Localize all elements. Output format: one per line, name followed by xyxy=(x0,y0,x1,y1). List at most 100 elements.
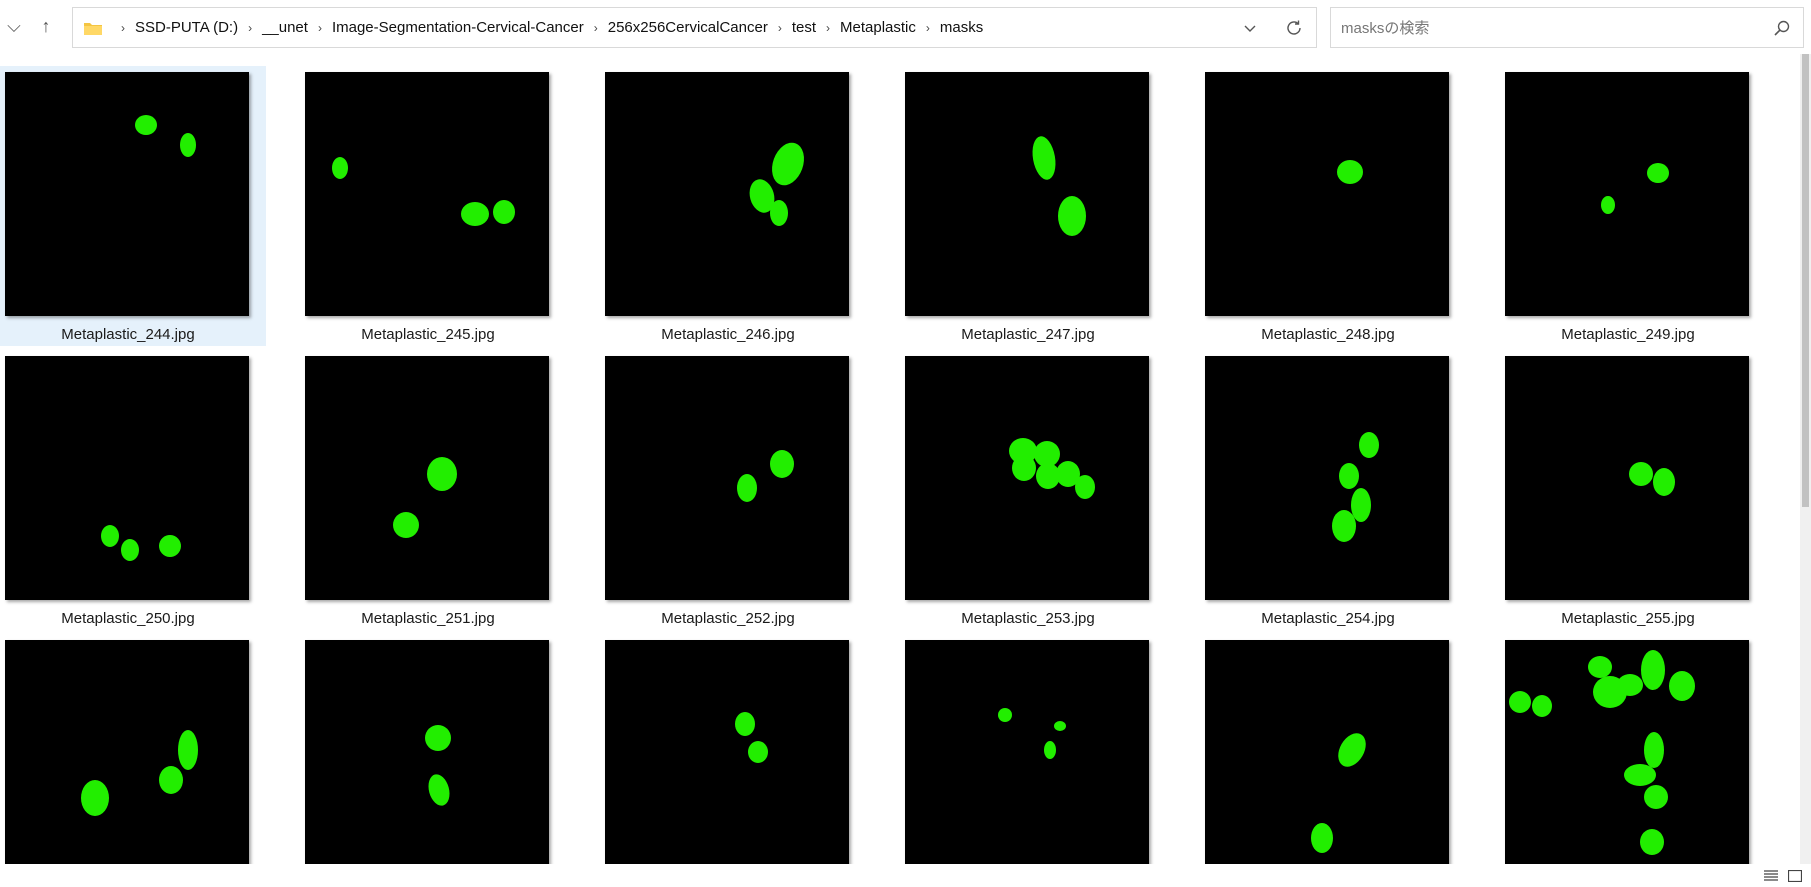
tiles-view-icon[interactable] xyxy=(1786,868,1804,884)
mask-region xyxy=(1641,650,1665,690)
file-name[interactable]: Metaplastic_255.jpg xyxy=(1500,610,1756,627)
refresh-icon[interactable] xyxy=(1272,8,1316,47)
mask-region xyxy=(393,512,419,538)
breadcrumb-item-metaplastic[interactable]: Metaplastic xyxy=(840,19,916,36)
file-name[interactable]: Metaplastic_249.jpg xyxy=(1500,326,1756,343)
file-tile[interactable] xyxy=(600,632,866,864)
file-thumbnail[interactable] xyxy=(305,356,549,600)
breadcrumb-item-unet[interactable]: __unet xyxy=(262,19,308,36)
file-name[interactable]: Metaplastic_254.jpg xyxy=(1200,610,1456,627)
file-tile[interactable]: Metaplastic_255.jpg xyxy=(1500,348,1766,630)
up-arrow-icon[interactable]: ↑ xyxy=(32,12,60,40)
file-thumbnail[interactable] xyxy=(905,640,1149,864)
mask-region xyxy=(1588,656,1612,678)
file-name[interactable]: Metaplastic_251.jpg xyxy=(300,610,556,627)
file-thumbnail[interactable] xyxy=(605,72,849,316)
file-tile[interactable]: Metaplastic_251.jpg xyxy=(300,348,566,630)
mask-region xyxy=(1054,721,1066,731)
mask-region xyxy=(737,474,757,502)
file-thumbnail[interactable] xyxy=(1205,356,1449,600)
file-tile[interactable]: Metaplastic_245.jpg xyxy=(300,66,566,346)
file-thumbnail[interactable] xyxy=(905,72,1149,316)
address-bar[interactable]: › SSD-PUTA (D:) › __unet › Image-Segment… xyxy=(72,7,1317,48)
mask-region xyxy=(1617,674,1643,696)
mask-image xyxy=(425,725,451,806)
file-thumbnail[interactable] xyxy=(305,640,549,864)
mask-region xyxy=(81,780,109,816)
file-tile[interactable]: Metaplastic_244.jpg xyxy=(0,66,266,346)
recent-locations-chevron-icon[interactable]: ⌵ xyxy=(0,12,28,40)
mask-region xyxy=(1032,136,1056,180)
file-tile[interactable]: Metaplastic_254.jpg xyxy=(1200,348,1466,630)
file-name[interactable]: Metaplastic_244.jpg xyxy=(0,326,256,343)
mask-region xyxy=(428,774,450,806)
file-name[interactable]: Metaplastic_253.jpg xyxy=(900,610,1156,627)
breadcrumb-separator-icon[interactable]: › xyxy=(826,21,830,35)
breadcrumb-separator-icon[interactable]: › xyxy=(318,21,322,35)
file-thumbnail[interactable] xyxy=(1505,356,1749,600)
file-thumbnail[interactable] xyxy=(605,640,849,864)
file-tile[interactable] xyxy=(0,632,266,864)
mask-region xyxy=(135,115,157,135)
breadcrumb-separator-icon[interactable]: › xyxy=(594,21,598,35)
mask-region xyxy=(1332,510,1356,542)
search-input[interactable] xyxy=(1341,17,1761,39)
file-name[interactable]: Metaplastic_252.jpg xyxy=(600,610,856,627)
vertical-scrollbar[interactable] xyxy=(1800,54,1811,864)
mask-region xyxy=(1044,741,1056,759)
file-thumbnail[interactable] xyxy=(1205,72,1449,316)
address-actions xyxy=(1228,8,1316,47)
file-tile[interactable]: Metaplastic_247.jpg xyxy=(900,66,1166,346)
file-name[interactable]: Metaplastic_247.jpg xyxy=(900,326,1156,343)
file-tile[interactable]: Metaplastic_252.jpg xyxy=(600,348,866,630)
file-thumbnail[interactable] xyxy=(605,356,849,600)
file-tile[interactable]: Metaplastic_249.jpg xyxy=(1500,66,1766,346)
file-thumbnail[interactable] xyxy=(1505,640,1749,864)
file-thumbnail[interactable] xyxy=(305,72,549,316)
mask-image xyxy=(393,457,457,538)
address-history-chevron-icon[interactable] xyxy=(1228,8,1272,47)
mask-region xyxy=(1012,455,1036,481)
file-tile[interactable] xyxy=(1200,632,1466,864)
breadcrumb-separator-icon[interactable]: › xyxy=(248,21,252,35)
mask-image xyxy=(1509,650,1695,855)
file-tile[interactable]: Metaplastic_253.jpg xyxy=(900,348,1166,630)
mask-image xyxy=(998,708,1066,759)
mask-image xyxy=(1629,462,1675,496)
mask-region xyxy=(180,133,196,157)
file-thumbnail[interactable] xyxy=(905,356,1149,600)
file-thumbnail[interactable] xyxy=(1505,72,1749,316)
breadcrumb-item-masks[interactable]: masks xyxy=(940,19,983,36)
mask-region xyxy=(1058,196,1086,236)
file-tile[interactable]: Metaplastic_250.jpg xyxy=(0,348,266,630)
file-tile[interactable]: Metaplastic_246.jpg xyxy=(600,66,866,346)
breadcrumb-item-test[interactable]: test xyxy=(792,19,816,36)
scrollbar-thumb[interactable] xyxy=(1802,54,1809,507)
search-icon[interactable] xyxy=(1773,19,1791,37)
file-name[interactable]: Metaplastic_250.jpg xyxy=(0,610,256,627)
mask-region xyxy=(1339,463,1359,489)
file-name[interactable]: Metaplastic_246.jpg xyxy=(600,326,856,343)
mask-region xyxy=(159,535,181,557)
mask-region xyxy=(1359,432,1379,458)
file-tile[interactable] xyxy=(1500,632,1766,864)
file-thumbnail[interactable] xyxy=(5,356,249,600)
breadcrumb-item-dataset[interactable]: 256x256CervicalCancer xyxy=(608,19,768,36)
file-name[interactable]: Metaplastic_245.jpg xyxy=(300,326,556,343)
breadcrumb: › SSD-PUTA (D:) › __unet › Image-Segment… xyxy=(83,8,983,47)
file-tile[interactable] xyxy=(300,632,566,864)
breadcrumb-separator-icon[interactable]: › xyxy=(778,21,782,35)
file-tile[interactable] xyxy=(900,632,1166,864)
breadcrumb-item-project[interactable]: Image-Segmentation-Cervical-Cancer xyxy=(332,19,584,36)
file-thumbnail[interactable] xyxy=(5,72,249,316)
file-thumbnail[interactable] xyxy=(5,640,249,864)
mask-region xyxy=(461,202,489,226)
file-tile[interactable]: Metaplastic_248.jpg xyxy=(1200,66,1466,346)
mask-image xyxy=(135,115,196,157)
file-thumbnail[interactable] xyxy=(1205,640,1449,864)
breadcrumb-separator-icon[interactable]: › xyxy=(926,21,930,35)
list-view-icon[interactable] xyxy=(1762,868,1780,884)
mask-region xyxy=(1532,695,1552,717)
breadcrumb-item-drive[interactable]: SSD-PUTA (D:) xyxy=(135,19,238,36)
file-name[interactable]: Metaplastic_248.jpg xyxy=(1200,326,1456,343)
